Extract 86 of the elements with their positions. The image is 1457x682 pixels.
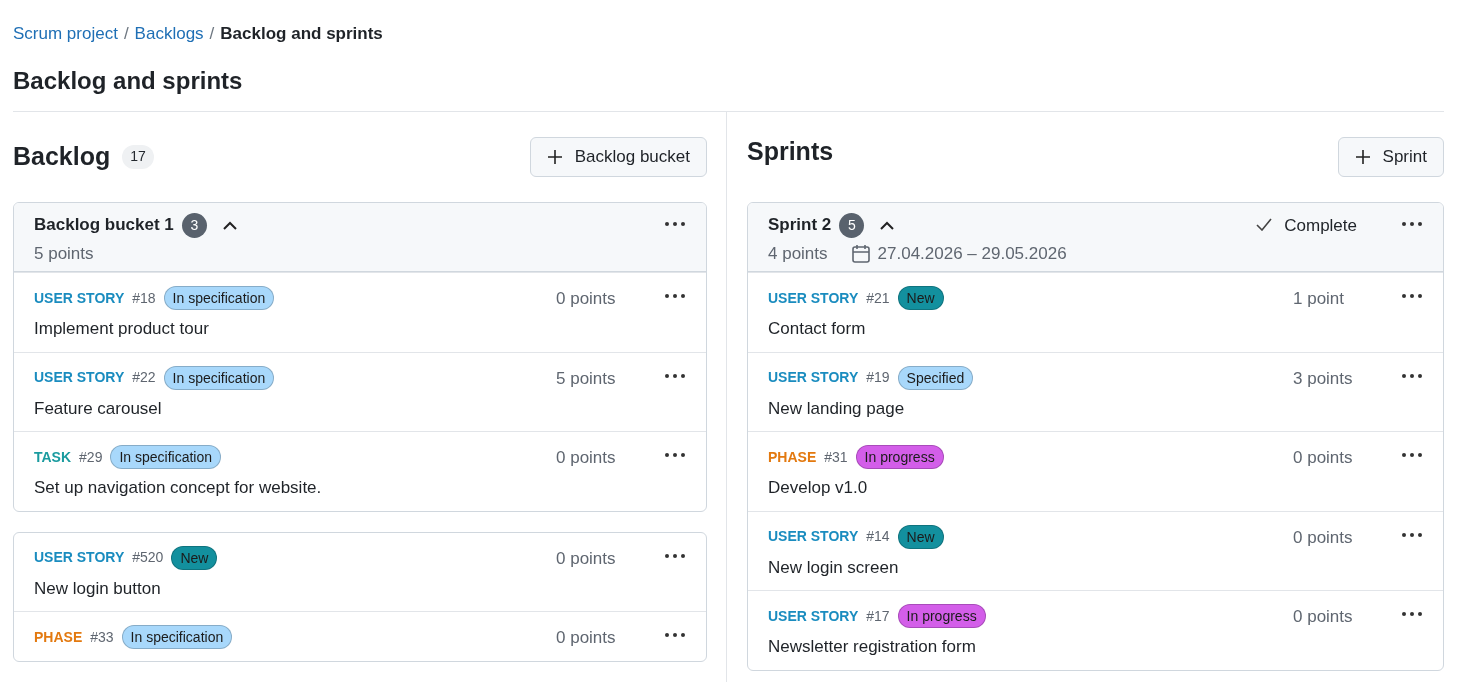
status-badge: In progress [855, 445, 944, 469]
more-options-icon[interactable] [1401, 531, 1423, 538]
plus-icon [1354, 148, 1371, 165]
work-item-title[interactable]: Newsletter registration form [768, 634, 1293, 660]
story-points: 0 points [1293, 447, 1354, 469]
section-title: Backlog [13, 140, 111, 172]
chevron-up-icon[interactable] [880, 220, 895, 230]
work-item-type: USER STORY [34, 288, 125, 308]
work-item-type: USER STORY [34, 368, 125, 387]
work-item-id[interactable]: #520 [132, 547, 164, 568]
complete-sprint-button[interactable]: Complete [1256, 212, 1357, 239]
bucket-title: Backlog bucket 1 [34, 214, 174, 237]
calendar-icon [851, 243, 870, 263]
story-points: 3 points [1293, 367, 1354, 390]
story-points: 0 points [1293, 526, 1354, 549]
breadcrumb-link[interactable]: Scrum project [13, 21, 118, 47]
breadcrumb-separator: / [209, 23, 215, 45]
work-item-type: USER STORY [768, 368, 859, 387]
more-options-icon[interactable] [1401, 293, 1423, 299]
work-item-title[interactable]: New login button [34, 575, 556, 601]
story-points: 1 point [1293, 288, 1346, 310]
add-backlog-bucket-button[interactable]: Backlog bucket [529, 136, 707, 177]
status-badge: Specified [897, 365, 974, 390]
more-options-icon[interactable] [664, 220, 686, 227]
checkmark-icon [1256, 217, 1273, 231]
work-item-id[interactable]: #22 [132, 367, 156, 388]
work-item-title[interactable]: New login screen [768, 554, 1293, 580]
more-options-icon[interactable] [1401, 220, 1423, 227]
more-options-icon[interactable] [664, 452, 686, 458]
story-points: 0 points [556, 627, 617, 649]
story-points: 0 points [556, 288, 617, 310]
chevron-up-icon[interactable] [222, 220, 237, 230]
more-options-icon[interactable] [1401, 372, 1423, 379]
status-badge: New [171, 545, 218, 570]
work-item-title[interactable]: Implement product tour [34, 316, 556, 342]
work-item-id[interactable]: #14 [866, 526, 890, 547]
story-points: 0 points [556, 447, 617, 469]
count-badge: 3 [181, 212, 207, 238]
work-item-type: PHASE [34, 627, 83, 647]
story-points: 5 points [556, 367, 617, 390]
work-item-id[interactable]: #29 [79, 446, 103, 468]
work-item-title[interactable]: Set up navigation concept for website. [34, 475, 556, 501]
page-title: Backlog and sprints [13, 62, 1444, 112]
breadcrumb-link[interactable]: Backlogs [134, 21, 204, 47]
count-badge: 17 [122, 144, 154, 169]
work-item-id[interactable]: #18 [132, 287, 156, 309]
sprint-title: Sprint 2 [768, 214, 832, 237]
more-options-icon[interactable] [1401, 611, 1423, 617]
work-item-id[interactable]: #21 [866, 287, 890, 309]
work-item-title[interactable]: Contact form [768, 316, 1293, 342]
work-item-title[interactable]: New landing page [768, 395, 1293, 421]
work-item-type: PHASE [768, 447, 817, 467]
status-badge: In progress [897, 604, 986, 628]
work-item-type: TASK [34, 447, 72, 467]
more-options-icon[interactable] [1401, 452, 1423, 458]
story-points: 0 points [1293, 606, 1354, 628]
sprint-dates: 27.04.2026 – 29.05.2026 [877, 242, 1067, 265]
more-options-icon[interactable] [664, 293, 686, 299]
work-item-type: USER STORY [768, 606, 859, 626]
more-options-icon[interactable] [664, 372, 686, 379]
sprint-points: 4 points [768, 242, 828, 265]
status-badge: In specification [163, 365, 275, 390]
more-options-icon[interactable] [664, 552, 686, 559]
plus-icon [546, 148, 563, 165]
status-badge: In specification [163, 286, 275, 310]
status-badge: New [897, 286, 944, 310]
bucket-points: 5 points [34, 242, 95, 265]
work-item-id[interactable]: #33 [90, 626, 114, 648]
section-title: Sprints [747, 135, 834, 167]
work-item-type: USER STORY [34, 548, 125, 567]
status-badge: In specification [110, 445, 222, 469]
work-item-type: USER STORY [768, 288, 859, 308]
work-item-title[interactable]: Feature carousel [34, 395, 556, 421]
work-item-type: USER STORY [768, 527, 859, 546]
work-item-id[interactable]: #17 [866, 605, 890, 627]
work-item-title[interactable]: Develop v1.0 [768, 475, 1293, 501]
more-options-icon[interactable] [664, 632, 686, 638]
work-item-id[interactable]: #31 [824, 446, 848, 468]
status-badge: In specification [121, 625, 233, 649]
breadcrumb-separator: / [123, 23, 129, 45]
status-badge: New [897, 524, 944, 549]
breadcrumb-current: Backlog and sprints [220, 23, 383, 45]
add-sprint-button[interactable]: Sprint [1337, 136, 1444, 177]
count-badge: 5 [839, 212, 865, 238]
work-item-id[interactable]: #19 [866, 367, 890, 388]
story-points: 0 points [556, 547, 617, 570]
